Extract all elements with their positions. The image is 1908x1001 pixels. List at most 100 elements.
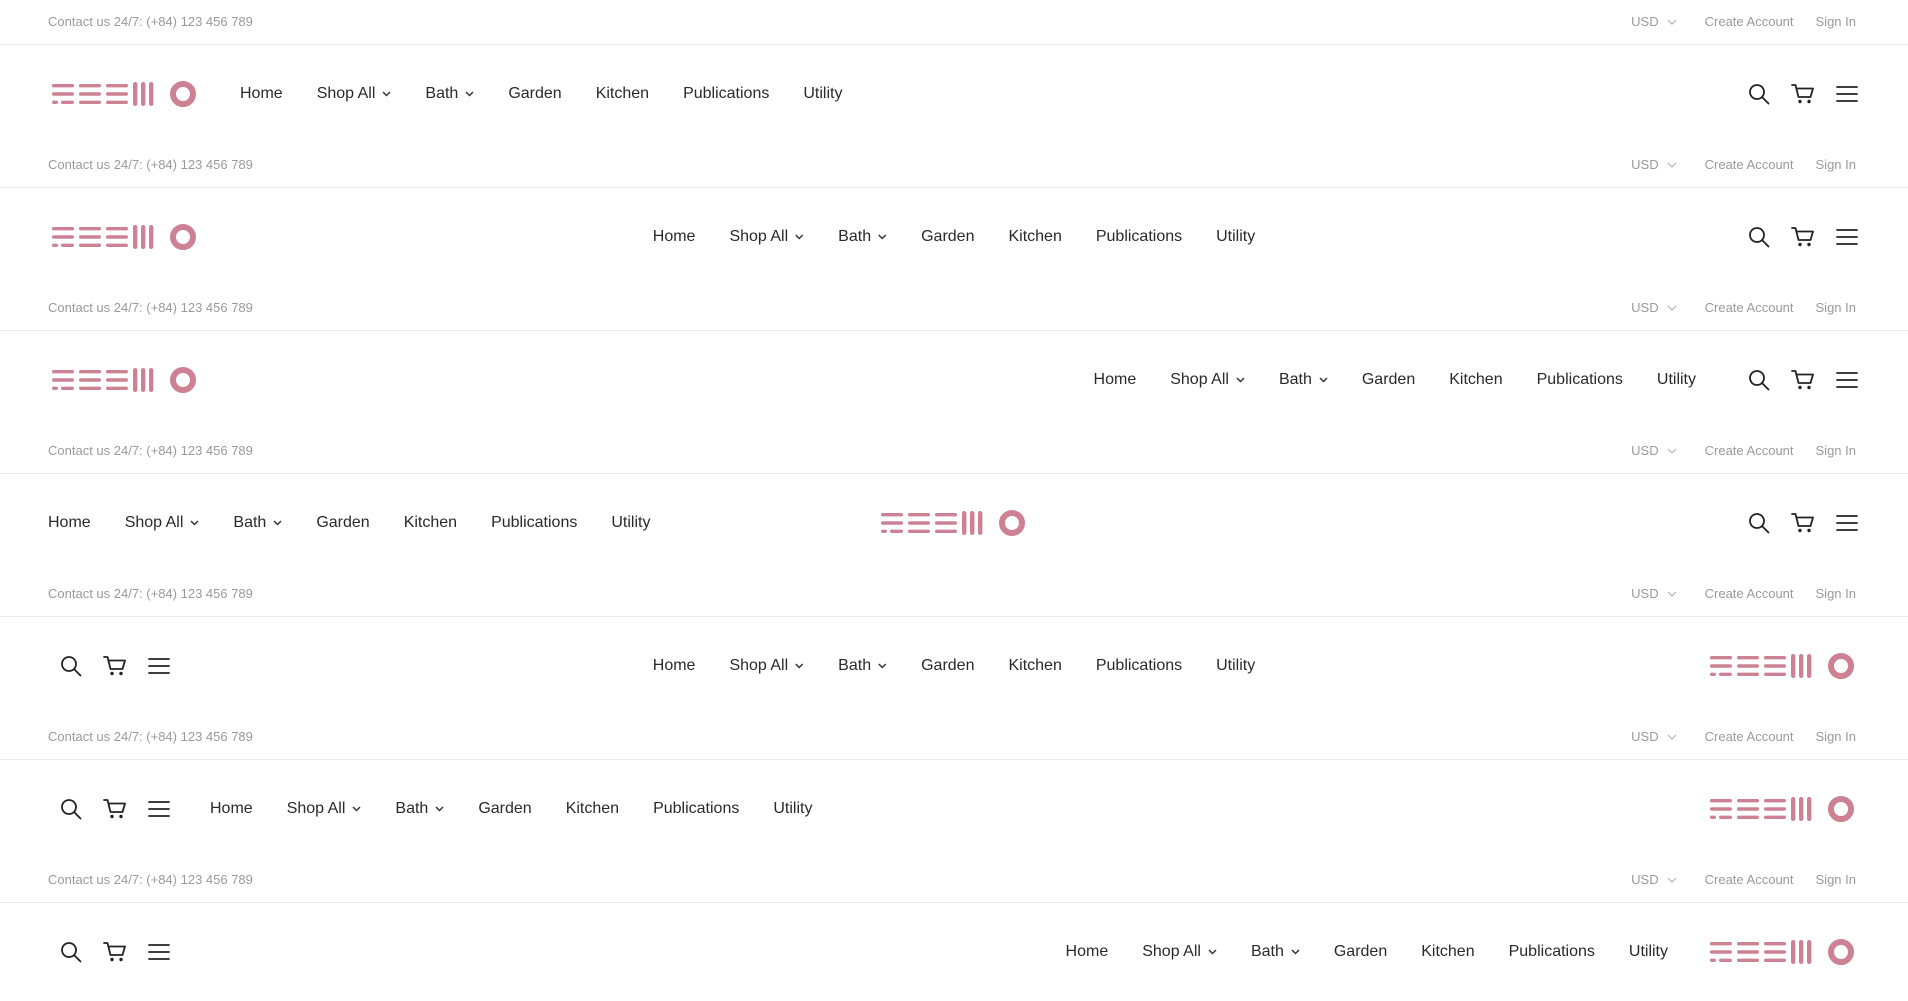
nav-item-utility[interactable]: Utility [1216, 228, 1255, 246]
menu-icon[interactable] [146, 939, 172, 965]
nav-item-home[interactable]: Home [1094, 371, 1137, 389]
nav-item-label: Home [240, 85, 283, 102]
nav-item-bath[interactable]: Bath [395, 800, 444, 818]
nav-item-publications[interactable]: Publications [1096, 657, 1182, 675]
cart-icon[interactable] [102, 653, 128, 679]
create-account-link[interactable]: Create Account [1705, 300, 1794, 315]
sign-in-link[interactable]: Sign In [1816, 729, 1856, 744]
sign-in-link[interactable]: Sign In [1816, 157, 1856, 172]
currency-selector[interactable]: USD [1631, 14, 1677, 29]
create-account-link[interactable]: Create Account [1705, 729, 1794, 744]
nav-item-home[interactable]: Home [240, 85, 283, 103]
search-icon[interactable] [1746, 81, 1772, 107]
nav-item-utility[interactable]: Utility [1629, 943, 1668, 961]
currency-selector[interactable]: USD [1631, 300, 1677, 315]
nav-item-kitchen[interactable]: Kitchen [1008, 657, 1061, 675]
nav-item-bath[interactable]: Bath [425, 85, 474, 103]
nav-item-utility[interactable]: Utility [611, 514, 650, 532]
sign-in-link[interactable]: Sign In [1816, 872, 1856, 887]
nav-item-publications[interactable]: Publications [491, 514, 577, 532]
menu-icon[interactable] [1834, 81, 1860, 107]
sign-in-link[interactable]: Sign In [1816, 443, 1856, 458]
nav-item-home[interactable]: Home [48, 514, 91, 532]
nav-item-shop-all[interactable]: Shop All [729, 657, 804, 675]
nav-item-home[interactable]: Home [653, 228, 696, 246]
nav-item-kitchen[interactable]: Kitchen [1449, 371, 1502, 389]
nav-item-shop-all[interactable]: Shop All [1142, 943, 1217, 961]
cart-icon[interactable] [102, 939, 128, 965]
brand-logo[interactable] [52, 223, 198, 251]
nav-item-garden[interactable]: Garden [921, 657, 974, 675]
currency-selector[interactable]: USD [1631, 157, 1677, 172]
nav-item-utility[interactable]: Utility [1216, 657, 1255, 675]
menu-icon[interactable] [1834, 367, 1860, 393]
brand-logo[interactable] [52, 366, 198, 394]
nav-item-bath[interactable]: Bath [1279, 371, 1328, 389]
currency-selector[interactable]: USD [1631, 729, 1677, 744]
brand-logo[interactable] [1710, 938, 1856, 966]
nav-item-publications[interactable]: Publications [1537, 371, 1623, 389]
brand-logo[interactable] [1710, 652, 1856, 680]
cart-icon[interactable] [1790, 224, 1816, 250]
cart-icon[interactable] [1790, 367, 1816, 393]
nav-item-publications[interactable]: Publications [1096, 228, 1182, 246]
nav-item-bath[interactable]: Bath [838, 228, 887, 246]
nav-item-label: Kitchen [1449, 371, 1503, 388]
nav-item-kitchen[interactable]: Kitchen [566, 800, 619, 818]
nav-item-shop-all[interactable]: Shop All [729, 228, 804, 246]
search-icon[interactable] [58, 939, 84, 965]
nav-item-kitchen[interactable]: Kitchen [1008, 228, 1061, 246]
menu-icon[interactable] [146, 653, 172, 679]
cart-icon[interactable] [102, 796, 128, 822]
search-icon[interactable] [1746, 367, 1772, 393]
nav-item-publications[interactable]: Publications [1509, 943, 1595, 961]
nav-item-shop-all[interactable]: Shop All [1170, 371, 1245, 389]
create-account-link[interactable]: Create Account [1705, 443, 1794, 458]
nav-item-shop-all[interactable]: Shop All [125, 514, 200, 532]
nav-item-publications[interactable]: Publications [683, 85, 769, 103]
create-account-link[interactable]: Create Account [1705, 586, 1794, 601]
menu-icon[interactable] [146, 796, 172, 822]
menu-icon[interactable] [1834, 510, 1860, 536]
search-icon[interactable] [1746, 224, 1772, 250]
nav-item-kitchen[interactable]: Kitchen [404, 514, 457, 532]
create-account-link[interactable]: Create Account [1705, 157, 1794, 172]
create-account-link[interactable]: Create Account [1705, 872, 1794, 887]
nav-item-garden[interactable]: Garden [316, 514, 369, 532]
nav-item-garden[interactable]: Garden [1362, 371, 1415, 389]
brand-logo[interactable] [52, 80, 198, 108]
search-icon[interactable] [58, 796, 84, 822]
search-icon[interactable] [1746, 510, 1772, 536]
currency-selector[interactable]: USD [1631, 872, 1677, 887]
nav-item-bath[interactable]: Bath [1251, 943, 1300, 961]
nav-item-kitchen[interactable]: Kitchen [596, 85, 649, 103]
nav-item-garden[interactable]: Garden [478, 800, 531, 818]
nav-item-shop-all[interactable]: Shop All [317, 85, 392, 103]
nav-item-home[interactable]: Home [210, 800, 253, 818]
nav-item-shop-all[interactable]: Shop All [287, 800, 362, 818]
nav-item-utility[interactable]: Utility [773, 800, 812, 818]
brand-logo[interactable] [881, 509, 1027, 537]
nav-item-utility[interactable]: Utility [803, 85, 842, 103]
nav-item-home[interactable]: Home [1066, 943, 1109, 961]
nav-item-home[interactable]: Home [653, 657, 696, 675]
nav-item-garden[interactable]: Garden [508, 85, 561, 103]
brand-logo[interactable] [1710, 795, 1856, 823]
sign-in-link[interactable]: Sign In [1816, 586, 1856, 601]
nav-item-publications[interactable]: Publications [653, 800, 739, 818]
sign-in-link[interactable]: Sign In [1816, 300, 1856, 315]
nav-item-utility[interactable]: Utility [1657, 371, 1696, 389]
nav-item-garden[interactable]: Garden [921, 228, 974, 246]
cart-icon[interactable] [1790, 510, 1816, 536]
nav-item-bath[interactable]: Bath [233, 514, 282, 532]
menu-icon[interactable] [1834, 224, 1860, 250]
nav-item-kitchen[interactable]: Kitchen [1421, 943, 1474, 961]
sign-in-link[interactable]: Sign In [1816, 14, 1856, 29]
nav-item-garden[interactable]: Garden [1334, 943, 1387, 961]
currency-selector[interactable]: USD [1631, 586, 1677, 601]
search-icon[interactable] [58, 653, 84, 679]
cart-icon[interactable] [1790, 81, 1816, 107]
nav-item-bath[interactable]: Bath [838, 657, 887, 675]
currency-selector[interactable]: USD [1631, 443, 1677, 458]
create-account-link[interactable]: Create Account [1705, 14, 1794, 29]
